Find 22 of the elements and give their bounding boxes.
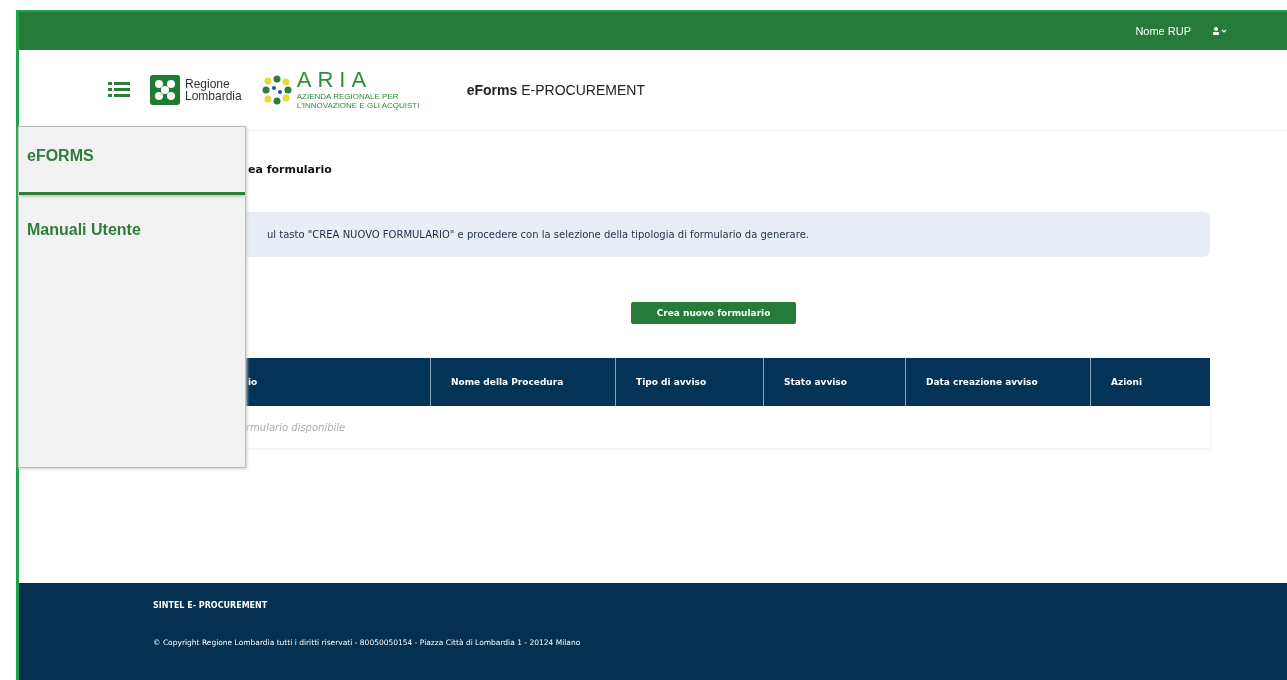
column-header: Tipo di avviso [615,358,763,406]
create-button[interactable]: Crea nuovo formulario [631,302,796,324]
user-menu-button[interactable] [1213,27,1227,35]
column-header: Nome della Procedura [430,358,615,406]
menu-item[interactable]: Manuali Utente [19,195,245,265]
empty-message: rmulario disponibile [245,420,347,435]
dots-logo-icon [261,75,292,105]
logo-icon [150,75,180,105]
column-header: io [247,376,259,389]
user-name: Nome RUP [1135,25,1191,37]
column-header: Stato avviso [763,358,905,406]
menu-item[interactable]: eFORMS [19,127,245,195]
column-header: Data creazione avviso [905,358,1090,406]
menu-icon[interactable] [108,80,130,100]
logo-subtitle: AZIENDA REGIONALE PER L'INNOVAZIONE E GLI ACQUISTI [296,92,421,110]
logo-text: Regione Lombardia [185,78,242,102]
app-title: eForms E-PROCUREMENT [466,82,645,98]
page-title: ea formulario [248,163,333,176]
user-icon [1213,27,1227,35]
column-header: Azioni [1090,358,1210,406]
logo-text: ARIA [296,70,374,90]
footer-title: SINTEL E- PROCUREMENT [153,601,269,610]
